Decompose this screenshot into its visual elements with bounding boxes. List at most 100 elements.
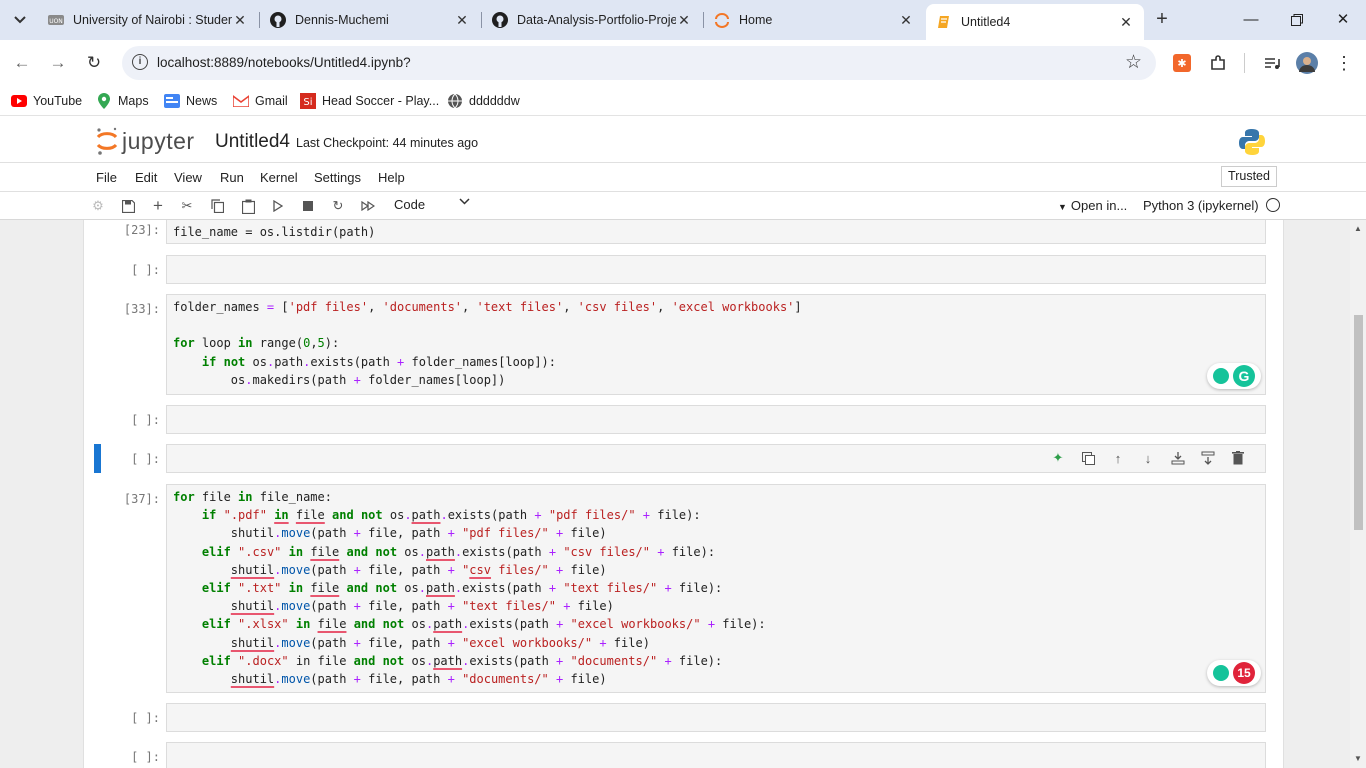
cell-prompt: [ ]:	[131, 263, 160, 277]
checkpoint-status: Last Checkpoint: 44 minutes ago	[296, 136, 479, 150]
notebook-scrollbar[interactable]: ▲ ▼	[1350, 220, 1366, 768]
bookmark-news[interactable]: News	[164, 92, 217, 110]
jupyter-logo[interactable]: jupyter	[95, 126, 195, 156]
url-text[interactable]: localhost:8889/notebooks/Untitled4.ipynb…	[157, 55, 411, 70]
tab-home[interactable]: Home ✕	[704, 4, 924, 36]
insert-below-icon[interactable]	[1199, 449, 1217, 467]
caret-down-icon: ▼	[1058, 202, 1067, 212]
grammarly-icon: G	[1233, 365, 1255, 387]
scroll-down-icon[interactable]: ▼	[1354, 754, 1362, 763]
reload-icon[interactable]: ↻	[82, 51, 106, 75]
cell-editor[interactable]	[166, 405, 1266, 434]
menu-view[interactable]: View	[174, 170, 202, 185]
fast-forward-icon[interactable]	[359, 197, 377, 215]
jupyter-icon	[714, 12, 730, 28]
menu-file[interactable]: File	[96, 170, 117, 185]
notebook-title[interactable]: Untitled4	[215, 131, 290, 153]
move-up-icon[interactable]: ↑	[1109, 449, 1127, 467]
cell-editor[interactable]	[166, 255, 1266, 284]
browser-tab-strip: UON University of Nairobi : Studer ✕ Den…	[0, 0, 1366, 40]
tab-dennis-muchemi[interactable]: Dennis-Muchemi ✕	[260, 4, 480, 36]
cell-type-select[interactable]: Code	[394, 197, 425, 212]
address-bar[interactable]: i localhost:8889/notebooks/Untitled4.ipy…	[122, 46, 1156, 80]
cut-icon[interactable]: ✂	[178, 197, 196, 215]
tab-data-analysis[interactable]: Data-Analysis-Portfolio-Proje ✕	[482, 4, 702, 36]
scrollbar-thumb[interactable]	[1354, 315, 1363, 530]
close-icon[interactable]: ✕	[898, 12, 914, 29]
bookmark-label: YouTube	[33, 94, 83, 108]
duplicate-cell-icon[interactable]	[1079, 449, 1097, 467]
tab-search-icon[interactable]	[8, 8, 32, 32]
bookmark-label: News	[186, 94, 218, 108]
profile-avatar[interactable]	[1296, 52, 1318, 74]
trusted-indicator[interactable]: Trusted	[1221, 166, 1277, 187]
uon-icon: UON	[48, 12, 64, 28]
cell-editor[interactable]	[166, 703, 1266, 732]
cell-editor[interactable]	[166, 742, 1266, 768]
cell-editor[interactable]: for file in file_name: if ".pdf" in file…	[166, 484, 1266, 693]
bookmark-star-icon[interactable]: ☆	[1125, 51, 1142, 74]
run-icon[interactable]	[269, 197, 287, 215]
tab-untitled4[interactable]: Untitled4 ✕	[926, 4, 1144, 40]
bookmark-gmail[interactable]: Gmail	[233, 92, 288, 110]
insert-above-icon[interactable]	[1169, 449, 1187, 467]
site-info-icon[interactable]: i	[132, 54, 148, 70]
media-controls-icon[interactable]	[1261, 52, 1283, 74]
bookmark-label: Head Soccer - Play...	[322, 94, 440, 108]
svg-text:✱: ✱	[1177, 57, 1186, 70]
gear-icon[interactable]: ⚙	[89, 197, 107, 215]
menu-run[interactable]: Run	[220, 170, 244, 185]
minimize-icon[interactable]: —	[1228, 6, 1274, 34]
close-icon[interactable]: ✕	[1118, 14, 1134, 31]
extension-orange-icon[interactable]: ✱	[1171, 52, 1193, 74]
close-icon[interactable]: ✕	[232, 12, 248, 29]
cell-prompt: [ ]:	[131, 452, 160, 466]
grammarly-widget[interactable]: G	[1207, 363, 1261, 389]
code-block: file_name = os.listdir(path)	[173, 225, 376, 239]
close-icon[interactable]: ✕	[454, 12, 470, 29]
extensions-puzzle-icon[interactable]	[1207, 52, 1229, 74]
window-close-icon[interactable]: ✕	[1320, 6, 1366, 34]
kernel-name[interactable]: Python 3 (ipykernel)	[1143, 198, 1259, 213]
more-menu-icon[interactable]: ⋮	[1333, 52, 1355, 74]
grammarly-widget[interactable]: 15	[1207, 660, 1261, 686]
scroll-up-icon[interactable]: ▲	[1354, 224, 1362, 233]
notebook-icon	[936, 14, 952, 30]
menu-settings[interactable]: Settings	[314, 170, 361, 185]
bookmark-head-soccer[interactable]: Si Head Soccer - Play...	[300, 92, 439, 110]
back-arrow-icon[interactable]: ←	[10, 51, 34, 75]
save-icon[interactable]	[119, 197, 137, 215]
cell-editor[interactable]: folder_names = ['pdf files', 'documents'…	[166, 294, 1266, 395]
delete-cell-icon[interactable]	[1229, 449, 1247, 467]
close-icon[interactable]: ✕	[676, 12, 692, 29]
tab-title: Untitled4	[961, 15, 1011, 29]
open-in-label: Open in...	[1070, 198, 1128, 213]
ai-sparkle-icon[interactable]: ✦	[1049, 449, 1067, 467]
menu-help[interactable]: Help	[378, 170, 405, 185]
menu-edit[interactable]: Edit	[135, 170, 157, 185]
cell-editor[interactable]: file_name = os.listdir(path)	[166, 220, 1266, 244]
copy-icon[interactable]	[208, 197, 226, 215]
bookmark-maps[interactable]: Maps	[96, 92, 149, 110]
open-in-dropdown[interactable]: ▼ Open in...	[1058, 198, 1127, 213]
new-tab-button[interactable]: +	[1150, 8, 1174, 32]
python-logo-icon	[1238, 128, 1266, 161]
add-cell-icon[interactable]: +	[149, 196, 167, 215]
cell-prompt: [ ]:	[131, 750, 160, 764]
paste-icon[interactable]	[239, 197, 257, 215]
restart-icon[interactable]: ↻	[329, 197, 347, 215]
kernel-status-icon	[1266, 198, 1280, 212]
menu-kernel[interactable]: Kernel	[260, 170, 298, 185]
stop-icon[interactable]	[299, 197, 317, 215]
bookmark-ddddddw[interactable]: ddddddw	[447, 92, 520, 110]
restore-icon[interactable]	[1274, 6, 1320, 34]
move-down-icon[interactable]: ↓	[1139, 449, 1157, 467]
bookmark-label: ddddddw	[469, 94, 520, 108]
bookmark-youtube[interactable]: YouTube	[11, 92, 82, 110]
cell-editor[interactable]: ✦ ↑ ↓	[166, 444, 1266, 473]
tab-university[interactable]: UON University of Nairobi : Studer ✕	[38, 4, 258, 36]
code-block: folder_names = ['pdf files', 'documents'…	[173, 300, 802, 387]
chevron-down-icon[interactable]	[459, 196, 470, 208]
forward-arrow-icon[interactable]: →	[46, 51, 70, 75]
notebook-page: [23]: file_name = os.listdir(path) [ ]: …	[83, 220, 1284, 768]
